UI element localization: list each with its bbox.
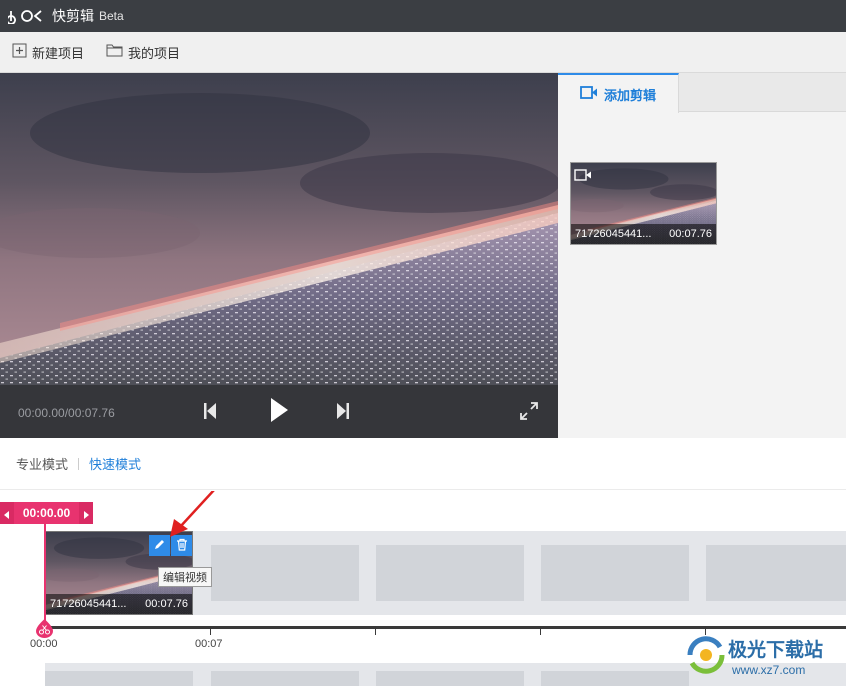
video-badge-icon [574,166,592,185]
watermark-logo-icon [686,633,726,681]
empty-slot [211,545,359,601]
site-watermark: 极光下载站 www.xz7.com [686,631,846,686]
pro-mode-tab[interactable]: 专业模式 [16,454,68,473]
my-projects-button[interactable]: 我的项目 [106,43,180,62]
empty-slot [706,545,846,601]
annotation-arrow [170,491,215,537]
fullscreen-button[interactable] [520,402,538,424]
app-title: 快剪辑 [52,9,94,25]
skip-back-icon [203,403,217,424]
edit-video-tooltip: 编辑视频 [158,567,212,587]
play-button[interactable] [269,397,289,427]
empty-slot [211,671,359,686]
quick-mode-tab[interactable]: 快速模式 [89,454,141,473]
video-preview: 00:00.00/00:07.76 [0,73,558,438]
ruler-tick [210,629,211,635]
empty-slot [541,545,689,601]
next-frame-button[interactable] [336,402,350,424]
play-icon [269,398,289,427]
new-project-label: 新建项目 [32,46,85,62]
clip-name: 71726045441... [50,598,127,610]
ruler-tick [375,629,376,635]
empty-slot [376,545,524,601]
time-ruler[interactable] [45,626,846,629]
media-panel: 添加剪辑 71726045441... 00:07.76 [558,73,846,438]
tab-add-clip-label: 添加剪辑 [603,88,656,104]
app-logo [8,8,46,24]
playhead-time: 00:00.00 [22,506,71,520]
timecode: 00:00.00/00:07.76 [18,406,115,420]
mode-switch: 专业模式 快速模式 [0,438,846,490]
triangle-left-icon [4,504,10,523]
video-frame[interactable] [0,73,558,385]
playhead-left-button[interactable] [0,502,14,524]
plus-box-icon [12,43,27,62]
skip-forward-icon [336,403,350,424]
empty-slot [541,671,689,686]
player-controls: 00:00.00/00:07.76 [0,385,558,438]
tick-label: 00:07 [195,638,223,650]
media-caption: 71726045441... 00:07.76 [571,224,716,244]
toolbar: 新建项目 我的项目 [0,32,846,73]
mode-divider [78,457,80,470]
media-name: 71726045441... [575,228,652,240]
fullscreen-icon [520,402,538,424]
tab-add-clip[interactable]: 添加剪辑 [558,73,679,113]
folder-icon [106,43,123,61]
title-bar: 快剪辑 Beta [0,0,846,32]
playhead-right-button[interactable] [79,502,93,524]
split-button[interactable] [36,619,53,642]
new-project-button[interactable]: 新建项目 [12,43,84,62]
beta-label: Beta [99,9,124,23]
clip-duration: 00:07.76 [145,598,188,610]
watermark-text: 极光下载站 [728,639,824,661]
empty-slot [45,671,193,686]
video-camera-icon [580,85,598,103]
playhead-handle[interactable]: 00:00.00 [0,502,93,524]
watermark-url: www.xz7.com [732,663,806,677]
previous-frame-button[interactable] [203,402,217,424]
ruler-tick [540,629,541,635]
empty-slot [376,671,524,686]
media-thumbnail[interactable]: 71726045441... 00:07.76 [570,162,717,245]
media-duration: 00:07.76 [669,228,712,240]
playhead-line[interactable] [44,523,46,627]
clip-caption: 71726045441... 00:07.76 [46,594,192,614]
my-projects-label: 我的项目 [128,46,181,62]
scissors-icon [36,619,53,642]
triangle-right-icon [83,504,89,523]
